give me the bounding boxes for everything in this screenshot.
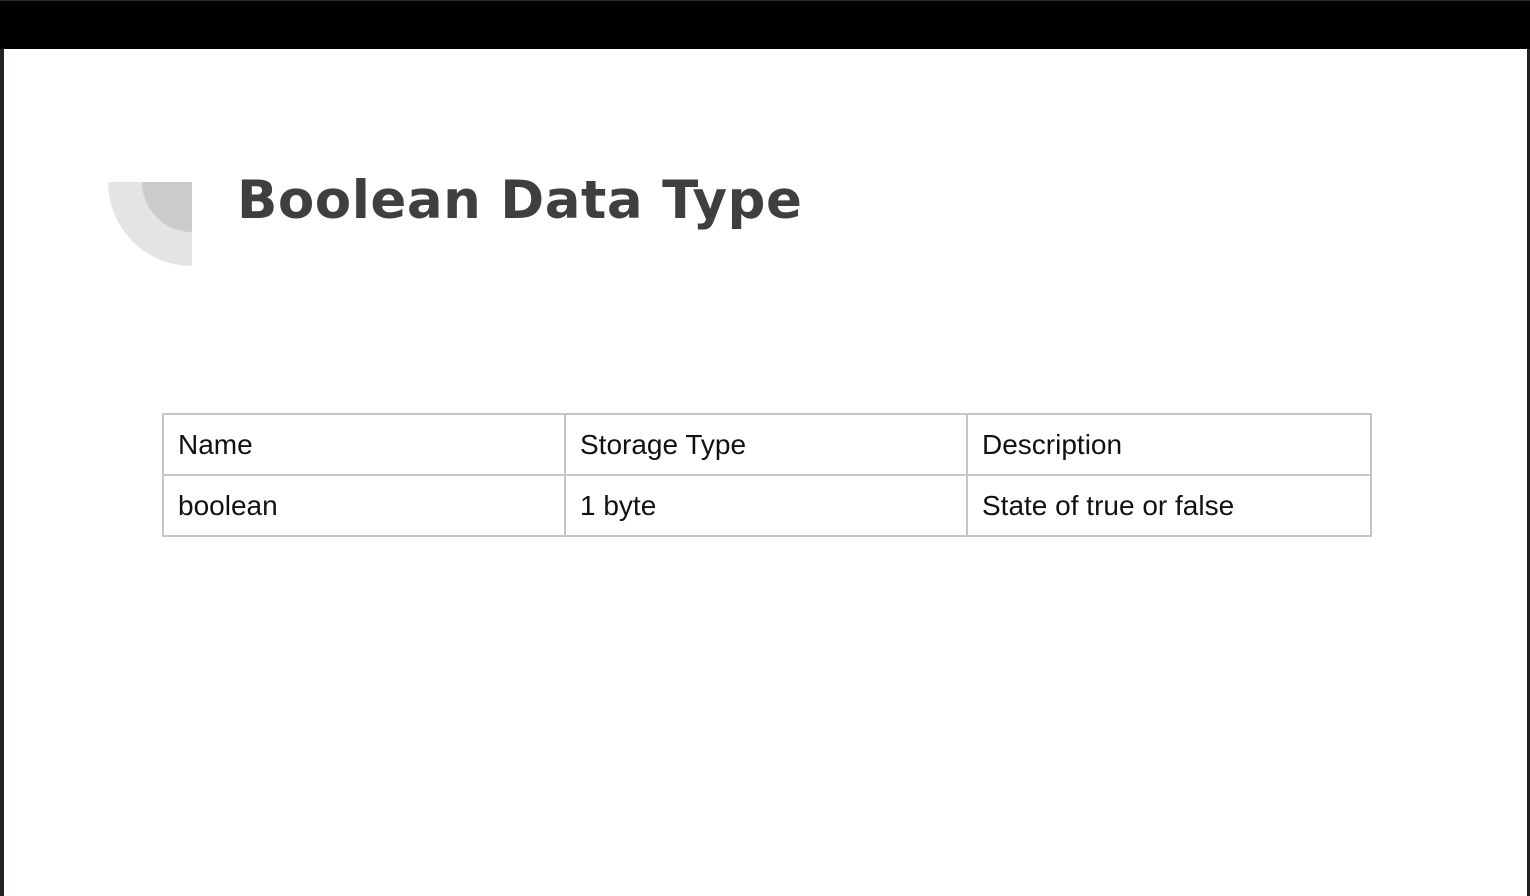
header-storage-type: Storage Type — [564, 413, 968, 476]
slide-title: Boolean Data Type — [237, 170, 803, 231]
data-type-table: Name Storage Type Description boolean 1 … — [162, 413, 1372, 537]
cell-description: State of true or false — [966, 474, 1372, 537]
quarter-circle-decoration-icon — [108, 182, 192, 266]
cell-name: boolean — [162, 474, 566, 537]
top-bar — [0, 0, 1530, 49]
header-description: Description — [966, 413, 1372, 476]
cell-storage-type: 1 byte — [564, 474, 968, 537]
table-row: boolean 1 byte State of true or false — [162, 474, 1372, 537]
header-name: Name — [162, 413, 566, 476]
table-header-row: Name Storage Type Description — [162, 413, 1372, 476]
slide-canvas: Boolean Data Type Name Storage Type Desc… — [4, 49, 1527, 896]
presentation-frame: Boolean Data Type Name Storage Type Desc… — [0, 0, 1530, 896]
